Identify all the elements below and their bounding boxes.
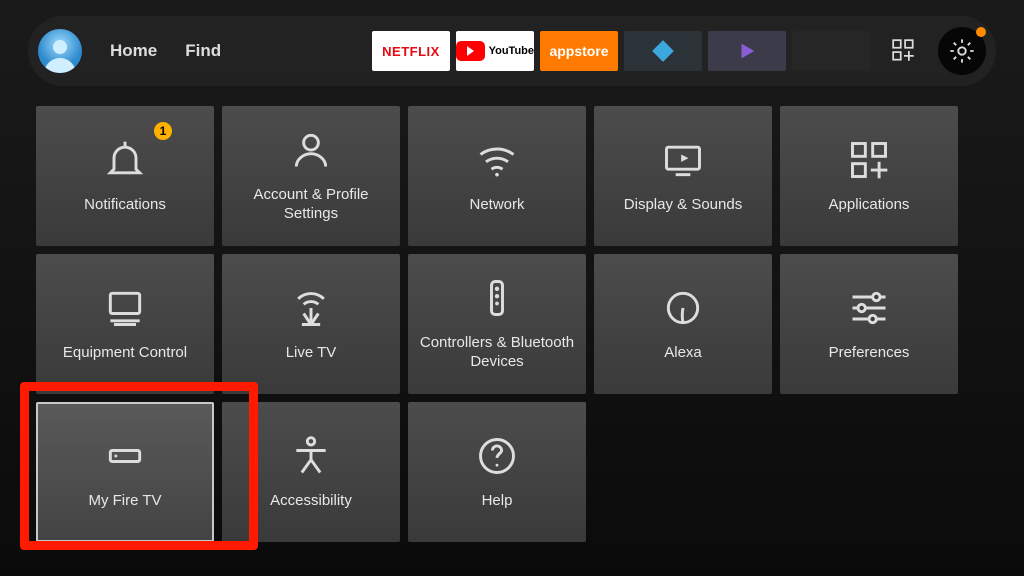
card-label: Live TV [286, 344, 337, 363]
monitor-icon [103, 286, 147, 330]
card-preferences[interactable]: Preferences [780, 254, 958, 394]
kodi-icon [650, 38, 676, 64]
app-tiles: NETFLIX YouTube appstore [372, 31, 870, 71]
apps-grid-icon [891, 38, 917, 64]
tv-icon [661, 138, 705, 182]
card-accessibility[interactable]: Accessibility [222, 402, 400, 542]
card-applications[interactable]: Applications [780, 106, 958, 246]
accessibility-icon [289, 434, 333, 478]
app-netflix[interactable]: NETFLIX [372, 31, 450, 71]
card-network[interactable]: Network [408, 106, 586, 246]
youtube-icon [456, 41, 485, 61]
nav-find[interactable]: Find [185, 41, 221, 61]
apps-grid-button[interactable] [882, 29, 926, 73]
gear-icon [948, 37, 976, 65]
card-label: Accessibility [270, 492, 352, 511]
remote-icon [475, 276, 519, 320]
card-help[interactable]: Help [408, 402, 586, 542]
card-controllers[interactable]: Controllers & Bluetooth Devices [408, 254, 586, 394]
app-blank[interactable] [792, 31, 870, 71]
card-display[interactable]: Display & Sounds [594, 106, 772, 246]
bell-icon [103, 138, 147, 182]
card-label: My Fire TV [88, 492, 161, 511]
app-youtube[interactable]: YouTube [456, 31, 534, 71]
top-nav: Home Find NETFLIX YouTube appstore [28, 16, 996, 86]
app-kodi[interactable] [624, 31, 702, 71]
card-label: Alexa [664, 344, 702, 363]
help-icon [475, 434, 519, 478]
alexa-icon [661, 286, 705, 330]
settings-grid: 1 Notifications Account & Profile Settin… [36, 106, 988, 542]
card-account[interactable]: Account & Profile Settings [222, 106, 400, 246]
app-media[interactable] [708, 31, 786, 71]
settings-button[interactable] [938, 27, 986, 75]
nav-home[interactable]: Home [110, 41, 157, 61]
card-label: Display & Sounds [624, 196, 742, 215]
app-appstore[interactable]: appstore [540, 31, 618, 71]
card-alexa[interactable]: Alexa [594, 254, 772, 394]
card-notifications[interactable]: 1 Notifications [36, 106, 214, 246]
apps-icon [847, 138, 891, 182]
antenna-icon [289, 286, 333, 330]
profile-avatar[interactable] [38, 29, 82, 73]
card-label: Help [482, 492, 513, 511]
sliders-icon [847, 286, 891, 330]
card-label: Preferences [829, 344, 910, 363]
card-livetv[interactable]: Live TV [222, 254, 400, 394]
card-my-fire-tv[interactable]: My Fire TV [36, 402, 214, 542]
nav-links: Home Find [110, 41, 221, 61]
firetv-icon [103, 434, 147, 478]
youtube-label: YouTube [489, 45, 534, 57]
card-equipment[interactable]: Equipment Control [36, 254, 214, 394]
card-label: Account & Profile Settings [232, 186, 390, 224]
card-label: Network [469, 196, 524, 215]
card-label: Equipment Control [63, 344, 187, 363]
settings-grid-wrap: 1 Notifications Account & Profile Settin… [0, 86, 1024, 542]
user-icon [289, 128, 333, 172]
notification-badge: 1 [154, 122, 172, 140]
card-label: Notifications [84, 196, 166, 215]
card-label: Applications [829, 196, 910, 215]
play-icon [736, 40, 758, 62]
card-label: Controllers & Bluetooth Devices [418, 334, 576, 372]
wifi-icon [475, 138, 519, 182]
